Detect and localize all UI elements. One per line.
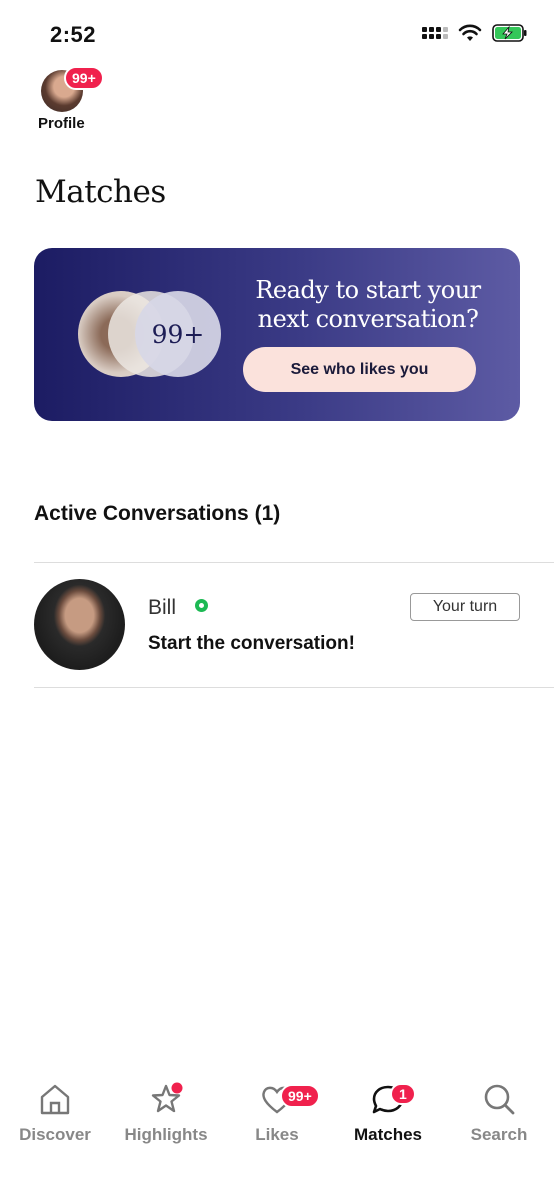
tab-label: Matches (353, 1125, 423, 1144)
likes-badge: 99+ (280, 1084, 320, 1108)
promo-headline-line2: next conversation? (257, 305, 479, 333)
promo-headline: Ready to start your next conversation? (232, 276, 504, 334)
tab-label: Discover (19, 1125, 91, 1144)
bottom-tab-bar: Discover Highlights 99+ Likes 1 Matches … (0, 1075, 554, 1175)
tab-discover[interactable]: Discover (0, 1075, 110, 1145)
status-bar: 2:52 (0, 0, 554, 70)
likes-promo-card[interactable]: 99+ Ready to start your next conversatio… (34, 248, 520, 421)
cellular-signal-icon (422, 27, 448, 39)
your-turn-tag: Your turn (410, 593, 520, 621)
matches-badge: 1 (390, 1083, 416, 1105)
conversation-row[interactable]: Bill Start the conversation! Your turn (34, 564, 554, 687)
status-time: 2:52 (50, 22, 97, 47)
profile-label: Profile (38, 115, 85, 132)
promo-headline-line1: Ready to start your (255, 276, 481, 304)
conversation-preview: Start the conversation! (148, 633, 355, 654)
likes-count: 99+ (151, 319, 205, 349)
likes-count-circle: 99+ (135, 291, 221, 377)
active-conversations-title: Active Conversations (1) (34, 502, 281, 525)
match-avatar (34, 579, 125, 670)
battery-charging-icon (492, 24, 527, 42)
page-title: Matches (35, 174, 166, 210)
divider (34, 687, 554, 688)
wifi-icon (458, 24, 482, 41)
status-icons (422, 24, 528, 42)
tab-matches[interactable]: 1 Matches (333, 1075, 443, 1145)
tab-search[interactable]: Search (444, 1075, 554, 1145)
tab-label: Highlights (124, 1125, 208, 1144)
profile-badge: 99+ (64, 66, 104, 90)
tab-highlights[interactable]: Highlights (111, 1075, 221, 1145)
tab-likes[interactable]: 99+ Likes (222, 1075, 332, 1145)
divider (34, 562, 554, 563)
match-name: Bill (148, 596, 177, 619)
tab-label: Search (470, 1125, 528, 1144)
online-status-icon (195, 599, 208, 612)
see-who-likes-you-button[interactable]: See who likes you (243, 347, 476, 392)
home-icon (40, 1084, 70, 1115)
star-icon (151, 1082, 183, 1113)
search-icon (484, 1084, 515, 1115)
tab-label: Likes (255, 1125, 299, 1144)
